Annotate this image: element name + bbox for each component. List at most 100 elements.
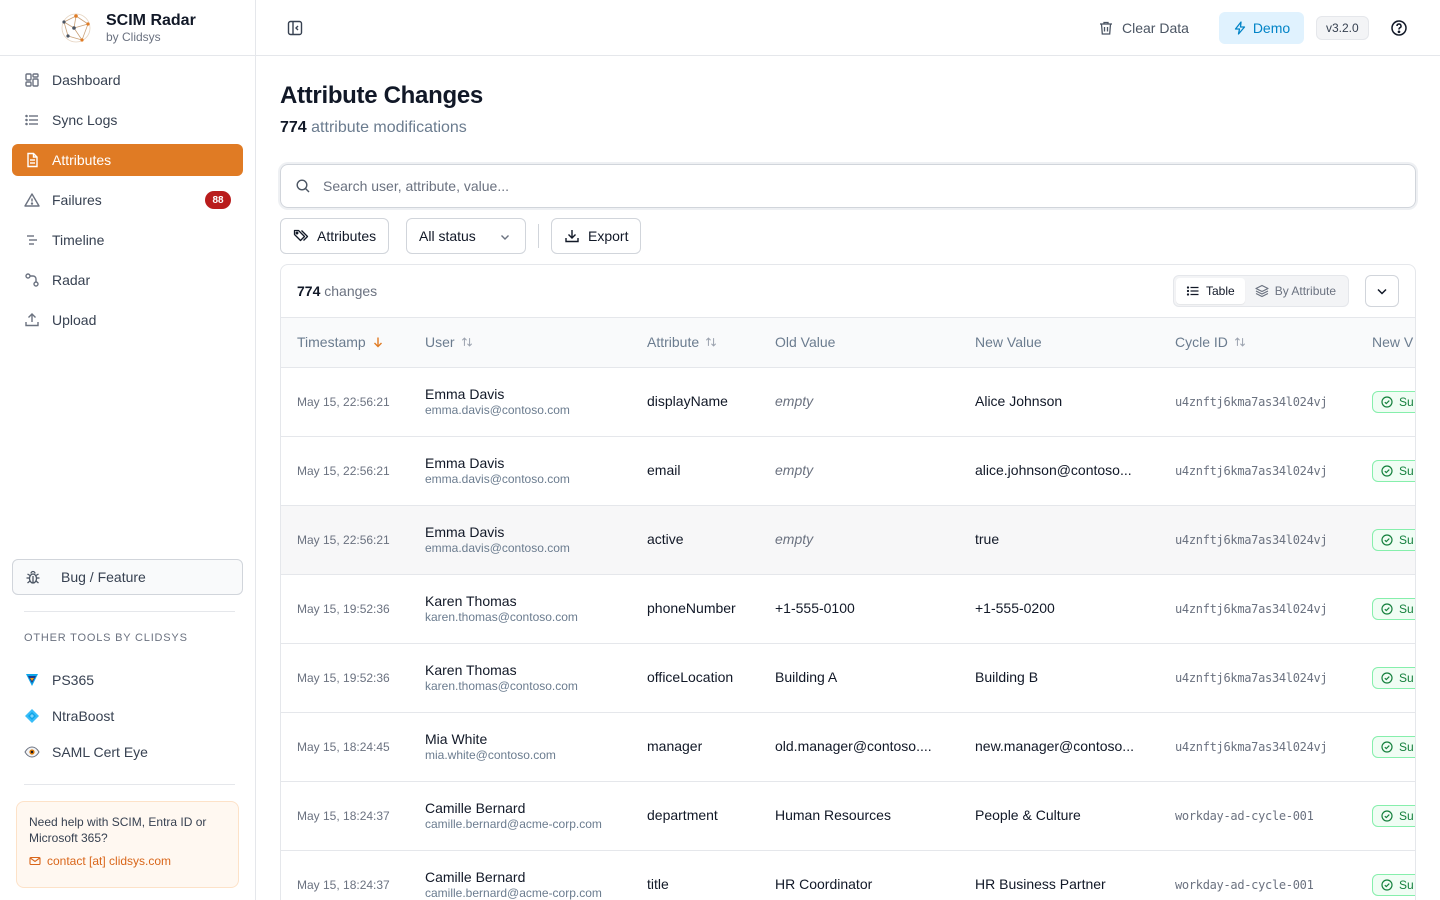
tool-label: SAML Cert Eye (52, 744, 148, 760)
status-badge: Su (1372, 391, 1415, 413)
trash-icon (1098, 20, 1114, 36)
changes-count-number: 774 (297, 283, 321, 299)
sidebar-nav: Dashboard Sync Logs Attributes Failures … (0, 56, 255, 352)
sidebar-item-failures[interactable]: Failures 88 (12, 184, 243, 216)
row-new-value: alice.johnson@contoso... (975, 462, 1132, 478)
user-email: camille.bernard@acme-corp.com (425, 817, 602, 831)
status-select-value: All status (419, 228, 476, 244)
row-old-value: Human Resources (775, 807, 891, 823)
check-circle-icon (1381, 534, 1393, 546)
tool-link-ps365[interactable]: PS365 (24, 670, 94, 690)
status-label: Su (1399, 671, 1414, 685)
row-attribute: phoneNumber (647, 600, 736, 616)
tool-link-saml-cert-eye[interactable]: SAML Cert Eye (24, 742, 148, 762)
table-row[interactable]: May 15, 18:24:37 Camille Bernard camille.b… (281, 782, 1415, 851)
table-row[interactable]: May 15, 18:24:45 Mia White mia.white@conto… (281, 713, 1415, 782)
eye-icon (24, 744, 40, 760)
view-table-label: Table (1206, 284, 1235, 298)
row-timestamp: May 15, 22:56:21 (297, 395, 390, 409)
table-row[interactable]: May 15, 19:52:36 Karen Thomas karen.thomas… (281, 644, 1415, 713)
column-label: Attribute (647, 334, 700, 350)
changes-count: 774 changes (297, 283, 377, 299)
view-table-button[interactable]: Table (1176, 278, 1245, 304)
view-by-attribute-button[interactable]: By Attribute (1245, 278, 1346, 304)
check-circle-icon (1381, 465, 1393, 477)
user-name: Camille Bernard (425, 800, 526, 816)
timeline-icon (24, 232, 40, 248)
export-button[interactable]: Export (551, 218, 642, 254)
sidebar-item-dashboard[interactable]: Dashboard (12, 64, 243, 96)
row-cycle-id: u4znftj6kma7as34l024vj (1175, 602, 1328, 616)
column-label: Timestamp (297, 334, 366, 350)
column-header-attribute[interactable]: Attribute (647, 334, 717, 350)
table-row[interactable]: May 15, 22:56:21 Emma Davis emma.davis@con… (281, 506, 1415, 575)
sidebar-toggle-icon[interactable] (286, 19, 304, 37)
row-attribute: manager (647, 738, 703, 754)
user-email: karen.thomas@contoso.com (425, 610, 578, 624)
page-subtitle: 774 attribute modifications (280, 119, 467, 137)
changes-table-card: 774 changes Table By Attribute Timestamp… (280, 264, 1416, 900)
status-badge: Su (1372, 598, 1415, 620)
row-old-value: HR Coordinator (775, 876, 873, 892)
user-email: emma.davis@contoso.com (425, 472, 570, 486)
expand-button[interactable] (1365, 275, 1399, 307)
sidebar-item-radar[interactable]: Radar (12, 264, 243, 296)
status-badge: Su (1372, 460, 1415, 482)
main-content: Attribute Changes 774 attribute modifica… (256, 56, 1440, 900)
column-header-timestamp[interactable]: Timestamp (297, 334, 384, 350)
sidebar-item-label: Failures (52, 192, 102, 208)
row-new-value: HR Business Partner (975, 876, 1106, 892)
attributes-filter-button[interactable]: Attributes (280, 218, 390, 254)
status-label: Su (1399, 533, 1414, 547)
tool-link-ntraboost[interactable]: NtraBoost (24, 706, 114, 726)
contact-email: contact [at] clidsys.com (47, 854, 172, 868)
help-circle-icon[interactable] (1390, 19, 1408, 37)
row-attribute: email (647, 462, 681, 478)
status-label: Su (1399, 740, 1414, 754)
divider (24, 784, 235, 785)
table-row[interactable]: May 15, 22:56:21 Emma Davis emma.davis@con… (281, 437, 1415, 506)
file-text-icon (24, 152, 40, 168)
row-cycle-id: u4znftj6kma7as34l024vj (1175, 464, 1328, 478)
status-select[interactable]: All status (406, 218, 526, 254)
check-circle-icon (1381, 396, 1393, 408)
check-circle-icon (1381, 672, 1393, 684)
search-input[interactable] (323, 178, 1323, 194)
row-user: Karen Thomas karen.thomas@contoso.com (425, 593, 578, 625)
row-timestamp: May 15, 18:24:37 (297, 878, 390, 892)
sidebar-item-sync-logs[interactable]: Sync Logs (12, 104, 243, 136)
column-header-user[interactable]: User (425, 334, 473, 350)
row-user: Camille Bernard camille.bernard@acme-corp… (425, 869, 602, 900)
contact-link[interactable]: contact [at] clidsys.com (29, 854, 226, 868)
bug-feature-button[interactable]: Bug / Feature (12, 559, 243, 595)
table-header: Timestamp User Attribute Old Value New V… (281, 318, 1415, 368)
toolbar-separator (538, 224, 539, 248)
status-label: Su (1399, 602, 1414, 616)
row-user: Mia White mia.white@contoso.com (425, 731, 556, 763)
bug-feature-label: Bug / Feature (61, 569, 146, 585)
table-row[interactable]: May 15, 18:24:37 Camille Bernard camille.b… (281, 851, 1415, 900)
view-by-attribute-label: By Attribute (1274, 284, 1337, 298)
sidebar-item-label: Timeline (52, 232, 105, 248)
help-box: Need help with SCIM, Entra ID or Microso… (16, 801, 239, 888)
clear-data-button[interactable]: Clear Data (1098, 16, 1189, 40)
sidebar-item-timeline[interactable]: Timeline (12, 224, 243, 256)
tags-icon (293, 228, 309, 244)
row-timestamp: May 15, 19:52:36 (297, 602, 390, 616)
table-row[interactable]: May 15, 19:52:36 Karen Thomas karen.thomas… (281, 575, 1415, 644)
sort-icon (1234, 336, 1246, 348)
view-toggle: Table By Attribute (1173, 275, 1350, 307)
row-new-value: Building B (975, 669, 1039, 685)
ps365-logo-icon (24, 672, 40, 688)
brand[interactable]: SCIM Radar by Clidsys (0, 0, 255, 56)
sidebar-item-upload[interactable]: Upload (12, 304, 243, 336)
user-name: Mia White (425, 731, 488, 747)
sort-icon (461, 336, 473, 348)
sidebar-item-attributes[interactable]: Attributes (12, 144, 243, 176)
table-row[interactable]: May 15, 22:56:21 Emma Davis emma.davis@con… (281, 368, 1415, 437)
column-header-cycle-id[interactable]: Cycle ID (1175, 334, 1246, 350)
demo-button[interactable]: Demo (1219, 12, 1304, 44)
app-title: SCIM Radar (106, 11, 196, 29)
other-tools-title: OTHER TOOLS BY CLIDSYS (24, 632, 188, 644)
row-old-value: old.manager@contoso.... (775, 738, 932, 754)
